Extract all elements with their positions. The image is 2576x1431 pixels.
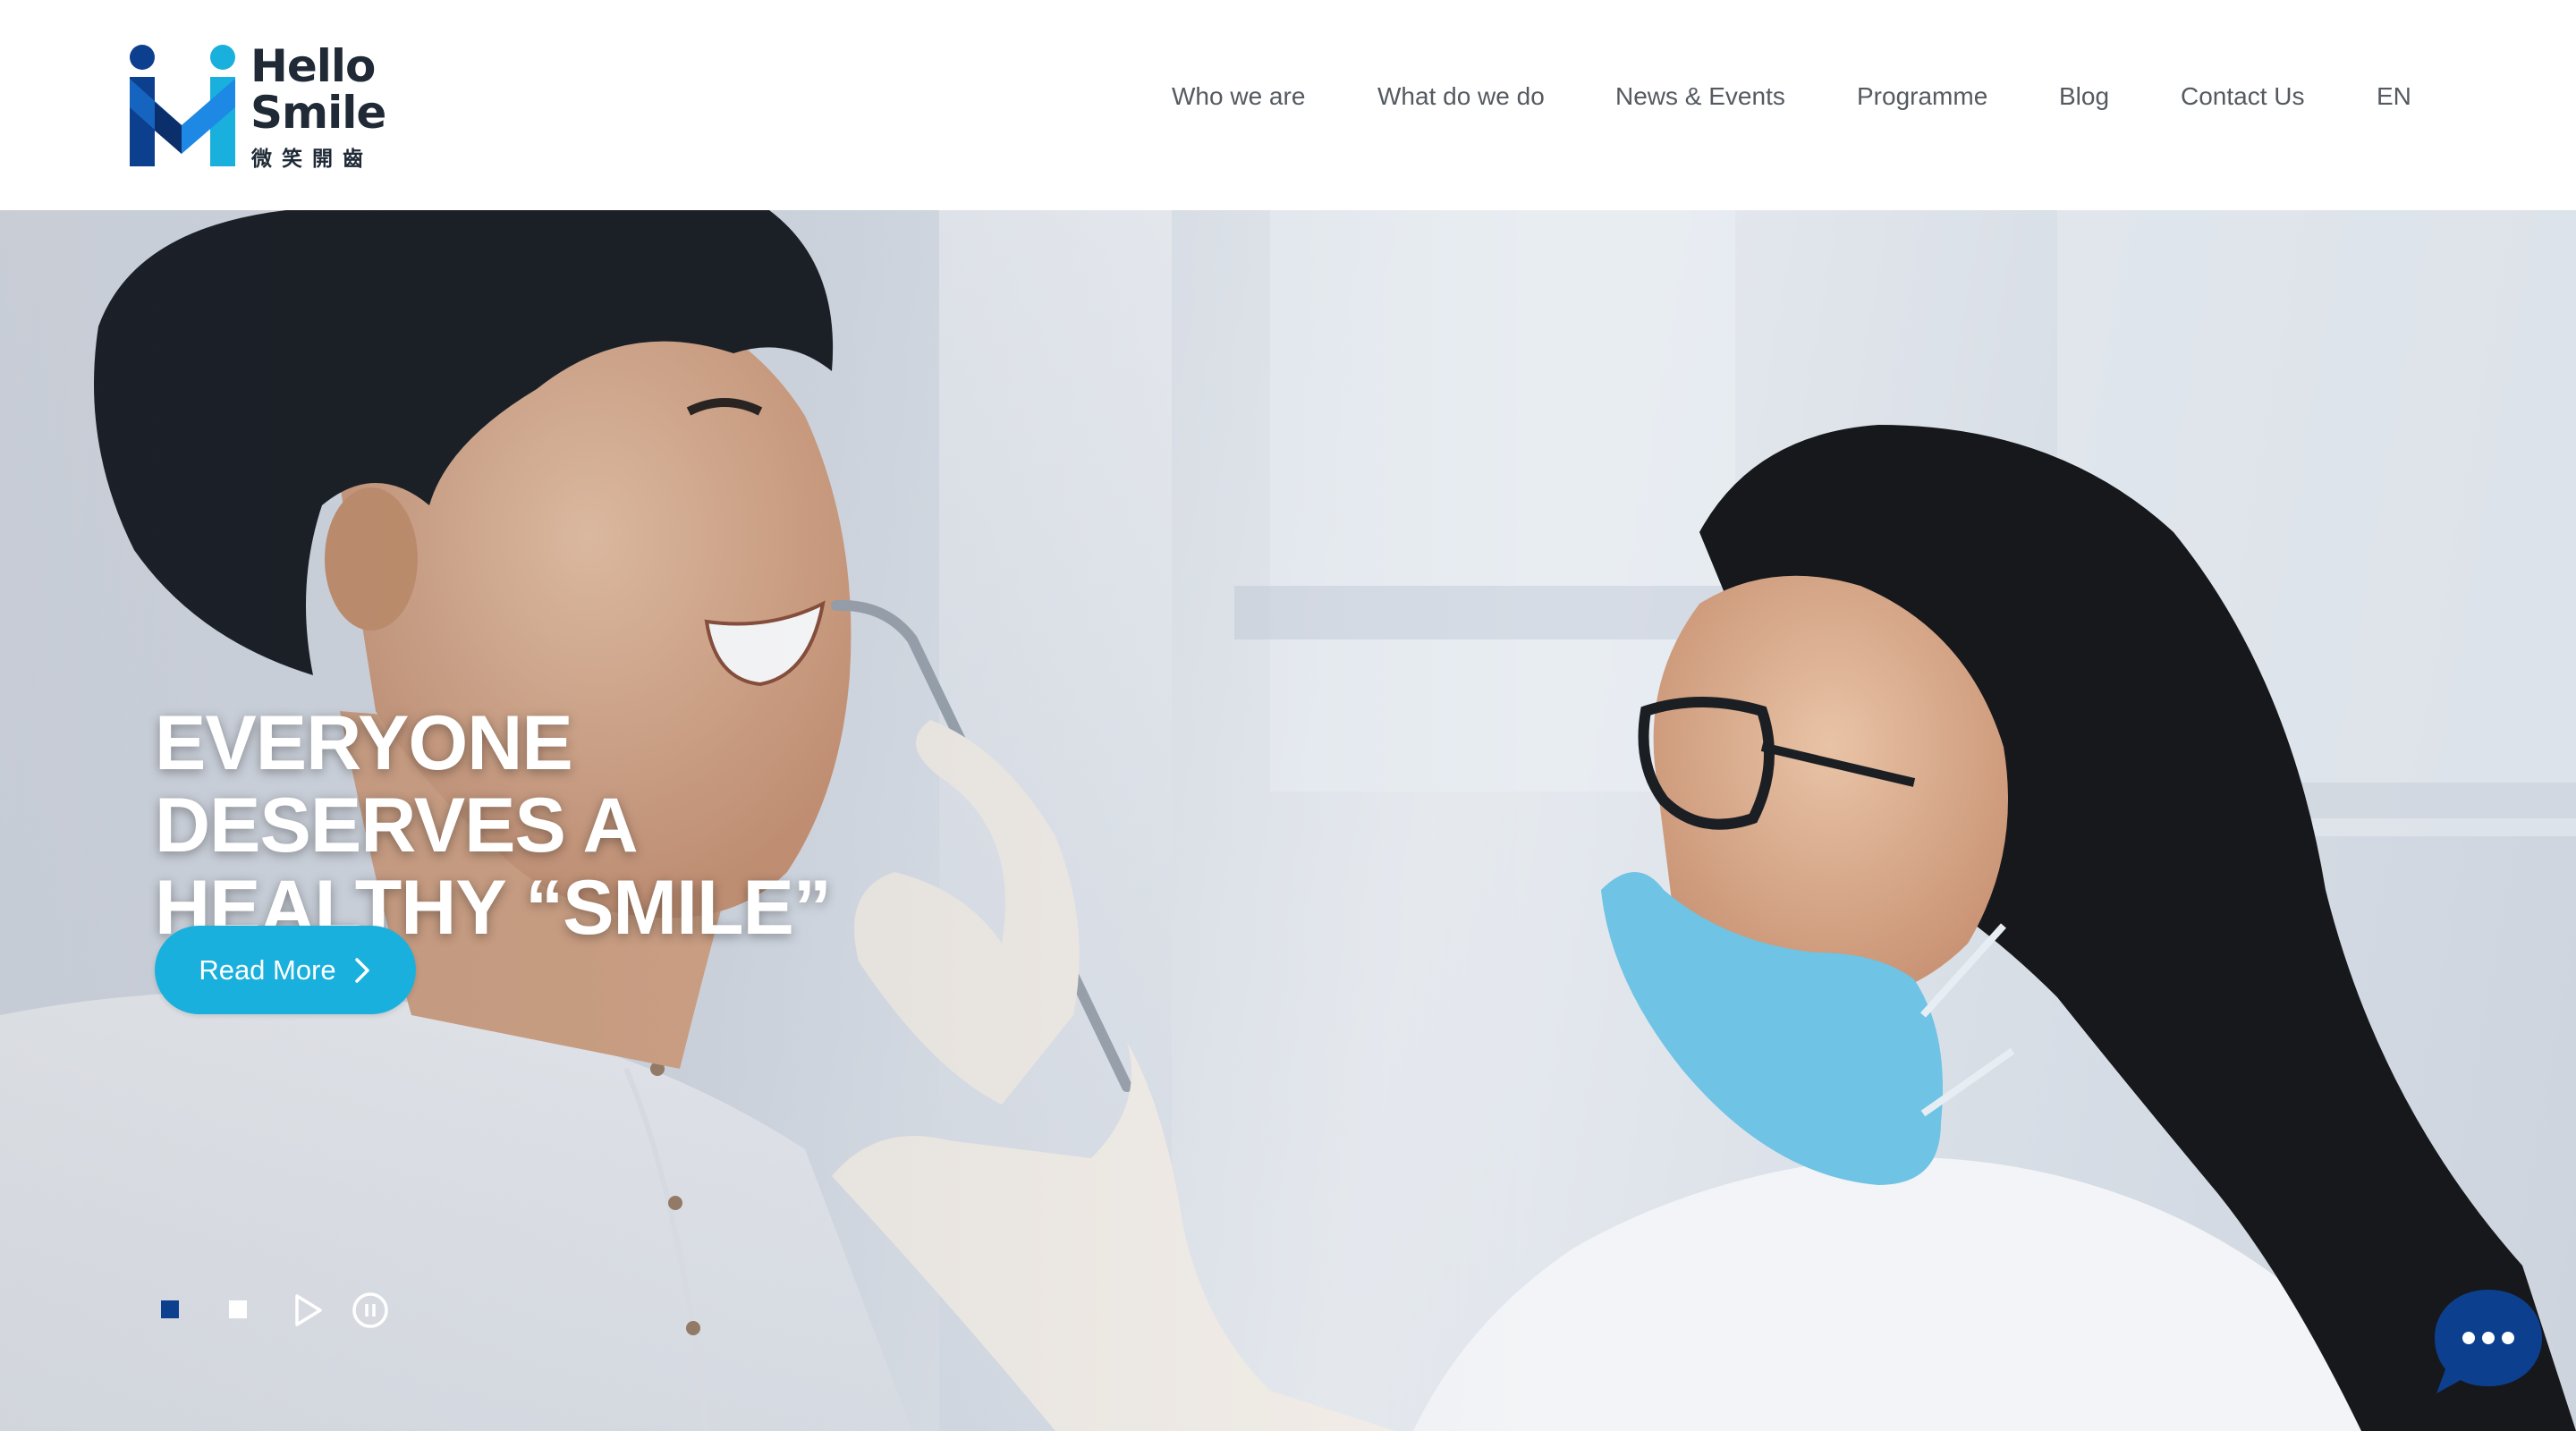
read-more-button[interactable]: Read More xyxy=(155,926,416,1014)
nav-news-events[interactable]: News & Events xyxy=(1615,82,1785,111)
hero-headline: EVERYONE DESERVES A HEALTHY “SMILE” xyxy=(155,702,960,949)
hello-smile-logo[interactable]: Hello Smile 微笑開齒 xyxy=(128,40,386,171)
nav-programme[interactable]: Programme xyxy=(1857,82,1987,111)
play-icon[interactable] xyxy=(288,1291,327,1330)
logo-text-smile: Smile xyxy=(250,87,386,139)
nav-what-do-we-do[interactable]: What do we do xyxy=(1377,82,1545,111)
nav-who-we-are[interactable]: Who we are xyxy=(1172,82,1305,111)
nav-blog[interactable]: Blog xyxy=(2059,82,2109,111)
chat-bubble-icon xyxy=(2435,1290,2542,1393)
logo-mark-icon xyxy=(130,45,235,166)
headline-line-1: EVERYONE xyxy=(155,699,573,786)
site-header: Hello Smile 微笑開齒 Who we are What do we d… xyxy=(0,0,2576,210)
read-more-label: Read More xyxy=(199,953,336,986)
nav-contact-us[interactable]: Contact Us xyxy=(2181,82,2305,111)
headline-line-2: DESERVES A xyxy=(155,782,639,868)
slider-controls xyxy=(152,1283,411,1337)
slide-indicator-1[interactable] xyxy=(161,1300,179,1318)
hero-banner: EVERYONE DESERVES A HEALTHY “SMILE” Read… xyxy=(0,210,2576,1431)
logo-text-chinese: 微笑開齒 xyxy=(251,148,373,171)
logo-text-hello: Hello xyxy=(250,40,376,92)
chat-widget-button[interactable] xyxy=(2431,1286,2546,1399)
pause-icon[interactable] xyxy=(351,1291,390,1330)
chevron-right-icon xyxy=(354,957,369,983)
slide-indicator-2[interactable] xyxy=(229,1300,247,1318)
language-switch-en[interactable]: EN xyxy=(2377,82,2411,111)
